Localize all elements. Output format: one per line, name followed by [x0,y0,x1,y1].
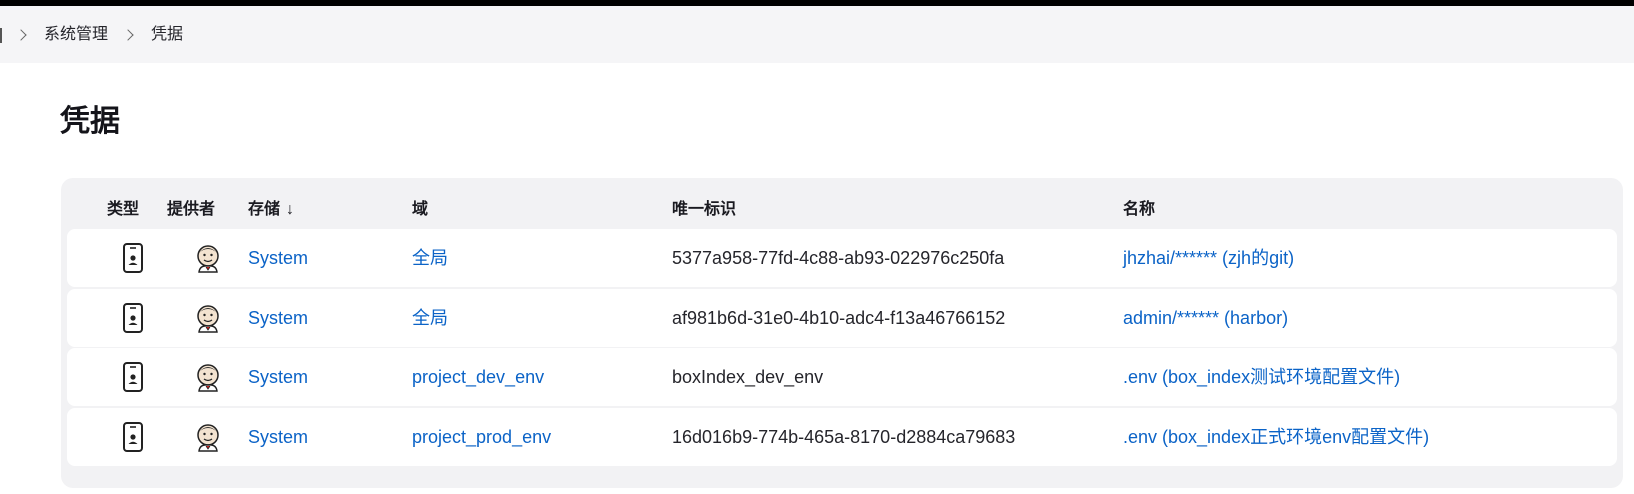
table-row: System project_dev_env boxIndex_dev_env … [67,348,1617,406]
column-header-store-label: 存储 [248,201,281,218]
credential-id: boxIndex_dev_env [672,367,824,387]
credential-id: 5377a958-77fd-4c88-ab93-022976c250fa [672,248,1005,268]
breadcrumb-item-system-management[interactable]: 系统管理 [44,24,108,46]
column-header-store[interactable]: 存储 ↓ [248,199,294,221]
breadcrumb-home-edge[interactable] [0,28,2,43]
store-link[interactable]: System [248,306,308,330]
table-row: System project_prod_env 16d016b9-774b-46… [67,408,1617,466]
jenkins-icon [197,364,219,392]
column-header-provider[interactable]: 提供者 [167,199,215,221]
domain-link[interactable]: project_prod_env [412,425,551,449]
credential-icon [123,362,143,392]
domain-link[interactable]: 全局 [412,246,448,270]
chevron-right-icon [15,29,27,41]
column-header-type[interactable]: 类型 [107,199,139,221]
store-link[interactable]: System [248,246,308,270]
jenkins-icon [197,305,219,333]
store-link[interactable]: System [248,365,308,389]
credential-name-link[interactable]: admin/****** (harbor) [1123,306,1288,330]
breadcrumb-item-credentials[interactable]: 凭据 [151,24,183,46]
credential-icon [123,422,143,452]
column-header-id[interactable]: 唯一标识 [672,199,736,221]
table-row: System 全局 5377a958-77fd-4c88-ab93-022976… [67,229,1617,287]
credential-name-link[interactable]: jhzhai/****** (zjh的git) [1123,246,1294,270]
jenkins-icon [197,424,219,452]
credential-id: 16d016b9-774b-465a-8170-d2884ca79683 [672,427,1016,447]
store-link[interactable]: System [248,425,308,449]
domain-link[interactable]: project_dev_env [412,365,544,389]
sort-descending-icon: ↓ [286,201,295,218]
credential-icon [123,303,143,333]
column-header-name[interactable]: 名称 [1123,199,1155,221]
chevron-right-icon [122,29,134,41]
jenkins-icon [197,245,219,273]
breadcrumb: 系统管理 凭据 [0,6,1634,63]
column-header-domain[interactable]: 域 [412,199,428,221]
domain-link[interactable]: 全局 [412,306,448,330]
credential-icon [123,243,143,273]
credential-name-link[interactable]: .env (box_index测试环境配置文件) [1123,365,1400,389]
table-row: System 全局 af981b6d-31e0-4b10-adc4-f13a46… [67,289,1617,347]
page-title: 凭据 [60,105,120,138]
credential-id: af981b6d-31e0-4b10-adc4-f13a46766152 [672,308,1006,328]
credential-name-link[interactable]: .env (box_index正式环境env配置文件) [1123,425,1429,449]
